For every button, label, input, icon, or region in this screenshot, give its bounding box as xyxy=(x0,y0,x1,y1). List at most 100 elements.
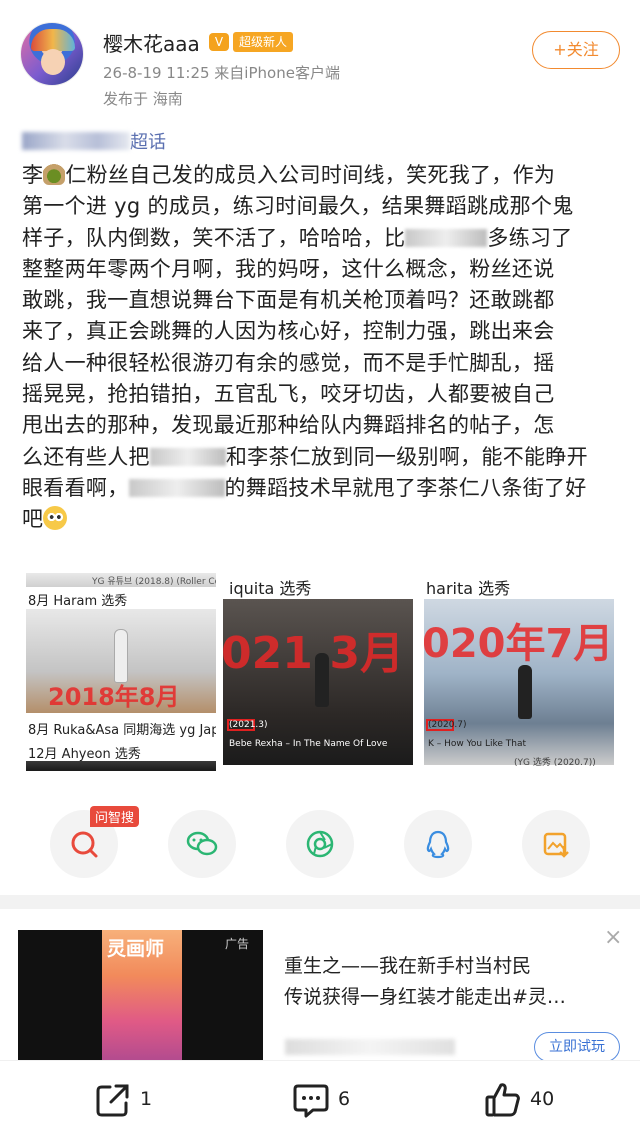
song-title: K – How You Like That xyxy=(428,739,527,749)
image-thumbnail-3[interactable]: harita 选秀 020年7月 (2020.7) K – How You Li… xyxy=(424,573,614,771)
ai-search-tag: 问智搜 xyxy=(90,806,140,827)
ad-text-line: 重生之——我在新手村当村民 xyxy=(284,955,532,977)
repost-button[interactable]: 1 xyxy=(94,1081,174,1119)
date-overlay: 2018年8月 xyxy=(48,683,180,711)
close-icon[interactable]: × xyxy=(604,925,622,950)
image-caption: iquita 选秀 xyxy=(229,579,312,598)
comment-count: 6 xyxy=(338,1088,351,1110)
box-date: (2020.7) xyxy=(428,720,467,730)
comment-button[interactable]: 6 xyxy=(292,1081,372,1119)
image-caption: harita 选秀 xyxy=(426,579,511,598)
username[interactable]: 樱木花aaa xyxy=(103,28,200,57)
comment-icon xyxy=(293,1084,329,1118)
redacted-name xyxy=(149,447,226,466)
post-line: 吧 xyxy=(22,504,622,535)
redacted-topic-name xyxy=(22,132,130,150)
post-location: 发布于 海南 xyxy=(103,90,183,108)
image-caption: 8月 Ruka&Asa 同期海选 yg Japan xyxy=(28,723,216,738)
text-segment: 敢跳，我一直想说舞台下面是有机关枪顶着吗？还敢跳都 xyxy=(22,288,555,313)
corner-caption: (YG 选秀 (2020.7)) xyxy=(514,758,596,768)
text-segment: 整整两年零两个月啊，我的妈呀，这什么概念，粉丝还说 xyxy=(22,256,555,281)
text-segment: 李 xyxy=(22,163,44,187)
date-overlay: 020年7月 xyxy=(424,621,614,667)
verified-badge-icon: V xyxy=(209,33,229,51)
post-line: 样子，队内倒数，笑不活了，哈哈哈，比 多练习了 xyxy=(22,223,622,254)
image-thumbnail-1[interactable]: YG 유튜브 (2018.8) (Roller Coaster) 8月 Hara… xyxy=(26,573,216,771)
wechat-icon xyxy=(186,831,218,856)
text-segment: 第一个进 yg 的成员，练习时间最久，结果舞蹈跳成那个鬼 xyxy=(22,194,574,219)
follow-button[interactable]: +关注 xyxy=(532,31,620,69)
save-image-icon xyxy=(543,832,569,858)
wechat-share-button[interactable] xyxy=(168,810,236,878)
post-line: 敢跳，我一直想说舞台下面是有机关枪顶着吗？还敢跳都 xyxy=(22,285,622,316)
text-segment: 甩出去的那种，发现最近那种给队内舞蹈排名的帖子，怎 xyxy=(22,413,555,438)
tea-emoji-icon xyxy=(43,163,66,185)
date-overlay: 021.3月 xyxy=(223,628,405,679)
text-segment: 吧 xyxy=(22,507,44,532)
supertopic-link[interactable]: 超话 xyxy=(22,128,166,154)
eye-roll-emoji-icon xyxy=(43,506,68,531)
image-caption: 12月 Ahyeon 选秀 xyxy=(28,747,141,762)
ad-poster: 灵画师 xyxy=(102,930,182,1061)
redacted-name xyxy=(405,228,488,247)
image-thumbnail-2[interactable]: iquita 选秀 021.3月 (2021.3) Bebe Rexha – I… xyxy=(223,573,413,771)
post-line: 来了，真正会跳舞的人因为核心好，控制力强，跳出来会 xyxy=(22,316,622,347)
video-frame-bottom xyxy=(26,761,216,771)
text-segment: 摇晃晃，抢拍错拍，五官乱飞，咬牙切齿，人都要被自己 xyxy=(22,382,555,407)
text-segment: 么还有些人把 xyxy=(22,444,150,469)
text-segment: 给人一种很轻松很游刃有余的感觉，而不是手忙脚乱，摇 xyxy=(22,350,555,375)
redacted-name xyxy=(128,478,225,497)
avatar-hat xyxy=(31,29,75,51)
text-segment: 来了，真正会跳舞的人因为核心好，控制力强，跳出来会 xyxy=(22,319,555,344)
supertopic-suffix: 超话 xyxy=(130,132,166,153)
moments-share-button[interactable] xyxy=(286,810,354,878)
dancer-figure xyxy=(114,629,128,683)
text-segment: 的舞蹈技术早就甩了李茶仁八条街了好 xyxy=(224,475,587,500)
post-header: 樱木花aaa V 超级新人 26-8-19 11:25 来自iPhone客户端 … xyxy=(0,0,640,120)
text-segment: 样子，队内倒数，笑不活了，哈哈哈，比 xyxy=(22,225,406,250)
like-button[interactable]: 40 xyxy=(484,1081,574,1119)
ad-play-button[interactable]: 立即试玩 xyxy=(534,1032,620,1062)
song-title: Bebe Rexha – In The Name Of Love xyxy=(229,739,388,749)
post-line: 眼看看啊， 的舞蹈技术早就甩了李茶仁八条街了好 xyxy=(22,473,622,504)
post-line: 第一个进 yg 的成员，练习时间最久，结果舞蹈跳成那个鬼 xyxy=(22,191,622,222)
section-separator xyxy=(0,895,640,909)
ad-text-line: 传说获得一身红装才能走出#灵… xyxy=(284,986,566,1008)
video-title: YG 유튜브 (2018.8) (Roller Coaster) xyxy=(92,577,216,587)
text-segment: 仁粉丝自己发的成员入公司时间线，笑死我了，作为 xyxy=(65,163,556,187)
like-count: 40 xyxy=(530,1088,555,1110)
text-segment: 眼看看啊， xyxy=(22,475,129,500)
avatar-face xyxy=(41,49,65,75)
ad-label: 广告 xyxy=(225,937,250,951)
qq-icon xyxy=(426,830,450,859)
redacted-ad-info xyxy=(285,1039,455,1055)
qq-share-button[interactable] xyxy=(404,810,472,878)
post-line: 李仁粉丝自己发的成员入公司时间线，笑死我了，作为 xyxy=(22,160,622,191)
ad-card[interactable]: 灵画师 广告 重生之——我在新手村当村民 传说获得一身红装才能走出#灵… × 立… xyxy=(0,909,640,1062)
image-caption: 8月 Haram 选秀 xyxy=(28,594,128,609)
post-meta: 26-8-19 11:25 来自iPhone客户端 xyxy=(103,64,340,82)
post-line: 么还有些人把 和李茶仁放到同一级别啊，能不能睁开 xyxy=(22,442,622,473)
image-grid: YG 유튜브 (2018.8) (Roller Coaster) 8月 Hara… xyxy=(26,573,622,773)
ad-poster-title: 灵画师 xyxy=(107,938,165,960)
dancer-figure xyxy=(315,653,329,707)
post-line: 整整两年零两个月啊，我的妈呀，这什么概念，粉丝还说 xyxy=(22,254,622,285)
repost-count: 1 xyxy=(140,1088,153,1110)
text-segment: 多练习了 xyxy=(487,225,573,250)
dancer-figure xyxy=(518,665,532,719)
post-line: 甩出去的那种，发现最近那种给队内舞蹈排名的帖子，怎 xyxy=(22,410,622,441)
post-text: 李仁粉丝自己发的成员入公司时间线，笑死我了，作为 第一个进 yg 的成员，练习时… xyxy=(22,160,622,536)
save-image-button[interactable] xyxy=(522,810,590,878)
ai-search-icon xyxy=(71,831,98,858)
thumbs-up-icon xyxy=(485,1083,520,1117)
repost-icon xyxy=(96,1084,129,1117)
text-segment: 和李茶仁放到同一级别啊，能不能睁开 xyxy=(225,444,588,469)
box-date: (2021.3) xyxy=(229,720,268,730)
new-user-badge: 超级新人 xyxy=(233,32,294,52)
avatar[interactable] xyxy=(20,22,84,86)
action-bar: 1 6 40 xyxy=(0,1060,640,1137)
ad-text: 重生之——我在新手村当村民 传说获得一身红装才能走出#灵… xyxy=(284,951,604,1013)
post-line: 摇晃晃，抢拍错拍，五官乱飞，咬牙切齿，人都要被自己 xyxy=(22,379,622,410)
moments-icon xyxy=(306,830,334,858)
post-line: 给人一种很轻松很游刃有余的感觉，而不是手忙脚乱，摇 xyxy=(22,348,622,379)
